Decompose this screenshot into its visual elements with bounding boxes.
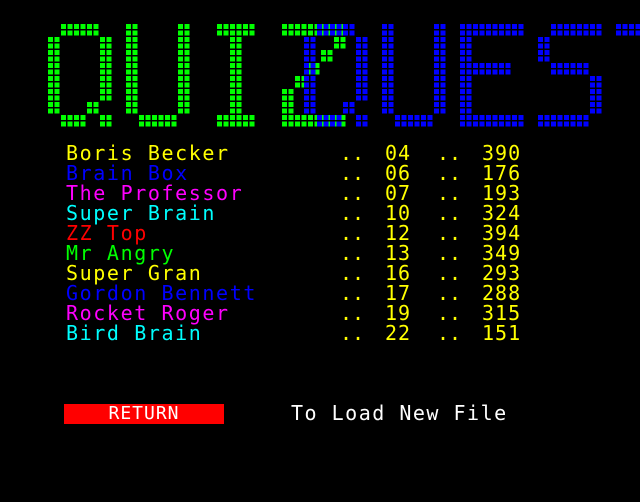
score-row: Mr Angry.. 13.. 349 [0,243,640,263]
dot-leader: .. [437,321,462,345]
player-name: Super Brain [66,201,217,225]
score-value: 394 [482,221,522,245]
player-name: The Professor [66,181,244,205]
logo-word-quest [304,24,640,127]
return-button[interactable]: RETURN [64,404,224,424]
score-value: 176 [482,161,522,185]
logo-letter-u [382,24,446,127]
logo-letter-s [538,24,602,127]
dot-leader: .. [437,181,462,205]
score-row: Boris Becker.. 04.. 390 [0,143,640,163]
score-row: Bird Brain.. 22.. 151 [0,323,640,343]
logo-letter-t [616,24,640,36]
level-value: 22 [385,321,412,345]
dot-leader: .. [340,181,365,205]
level-value: 07 [385,181,412,205]
dot-leader: .. [340,281,365,305]
score-row: ZZ Top.. 12.. 394 [0,223,640,243]
dot-leader: .. [437,201,462,225]
logo-word-quiz [48,24,346,127]
level-value: 04 [385,141,412,165]
dot-leader: .. [340,161,365,185]
dot-leader: .. [340,221,365,245]
dot-leader: .. [340,301,365,325]
logo-letter-u [126,24,190,127]
score-value: 315 [482,301,522,325]
score-row: Super Gran.. 16.. 293 [0,263,640,283]
score-value: 288 [482,281,522,305]
player-name: Bird Brain [66,321,203,345]
level-value: 17 [385,281,412,305]
score-value: 151 [482,321,522,345]
dot-leader: .. [437,161,462,185]
level-value: 06 [385,161,412,185]
score-value: 193 [482,181,522,205]
quiz-quest-logo [48,24,640,127]
logo-letter-q [48,24,112,127]
player-name: Boris Becker [66,141,230,165]
dot-leader: .. [340,201,365,225]
player-name: Brain Box [66,161,189,185]
level-value: 13 [385,241,412,265]
level-value: 16 [385,261,412,285]
dot-leader: .. [437,221,462,245]
dot-leader: .. [437,141,462,165]
score-row: The Professor.. 07.. 193 [0,183,640,203]
dot-leader: .. [437,301,462,325]
dot-leader: .. [340,261,365,285]
score-row: Rocket Roger.. 19.. 315 [0,303,640,323]
dot-leader: .. [437,281,462,305]
load-new-file-label: To Load New File [291,401,508,425]
dot-leader: .. [340,241,365,265]
player-name: ZZ Top [66,221,148,245]
score-value: 390 [482,141,522,165]
score-row: Super Brain.. 10.. 324 [0,203,640,223]
score-value: 293 [482,261,522,285]
player-name: Gordon Bennett [66,281,257,305]
level-value: 19 [385,301,412,325]
dot-leader: .. [340,321,365,345]
score-row: Gordon Bennett.. 17.. 288 [0,283,640,303]
score-row: Brain Box.. 06.. 176 [0,163,640,183]
score-value: 349 [482,241,522,265]
level-value: 10 [385,201,412,225]
player-name: Super Gran [66,261,203,285]
score-value: 324 [482,201,522,225]
player-name: Rocket Roger [66,301,230,325]
dot-leader: .. [437,241,462,265]
dot-leader: .. [437,261,462,285]
logo-letter-e [460,24,524,127]
dot-leader: .. [340,141,365,165]
logo-letter-i [217,24,255,127]
player-name: Mr Angry [66,241,176,265]
level-value: 12 [385,221,412,245]
